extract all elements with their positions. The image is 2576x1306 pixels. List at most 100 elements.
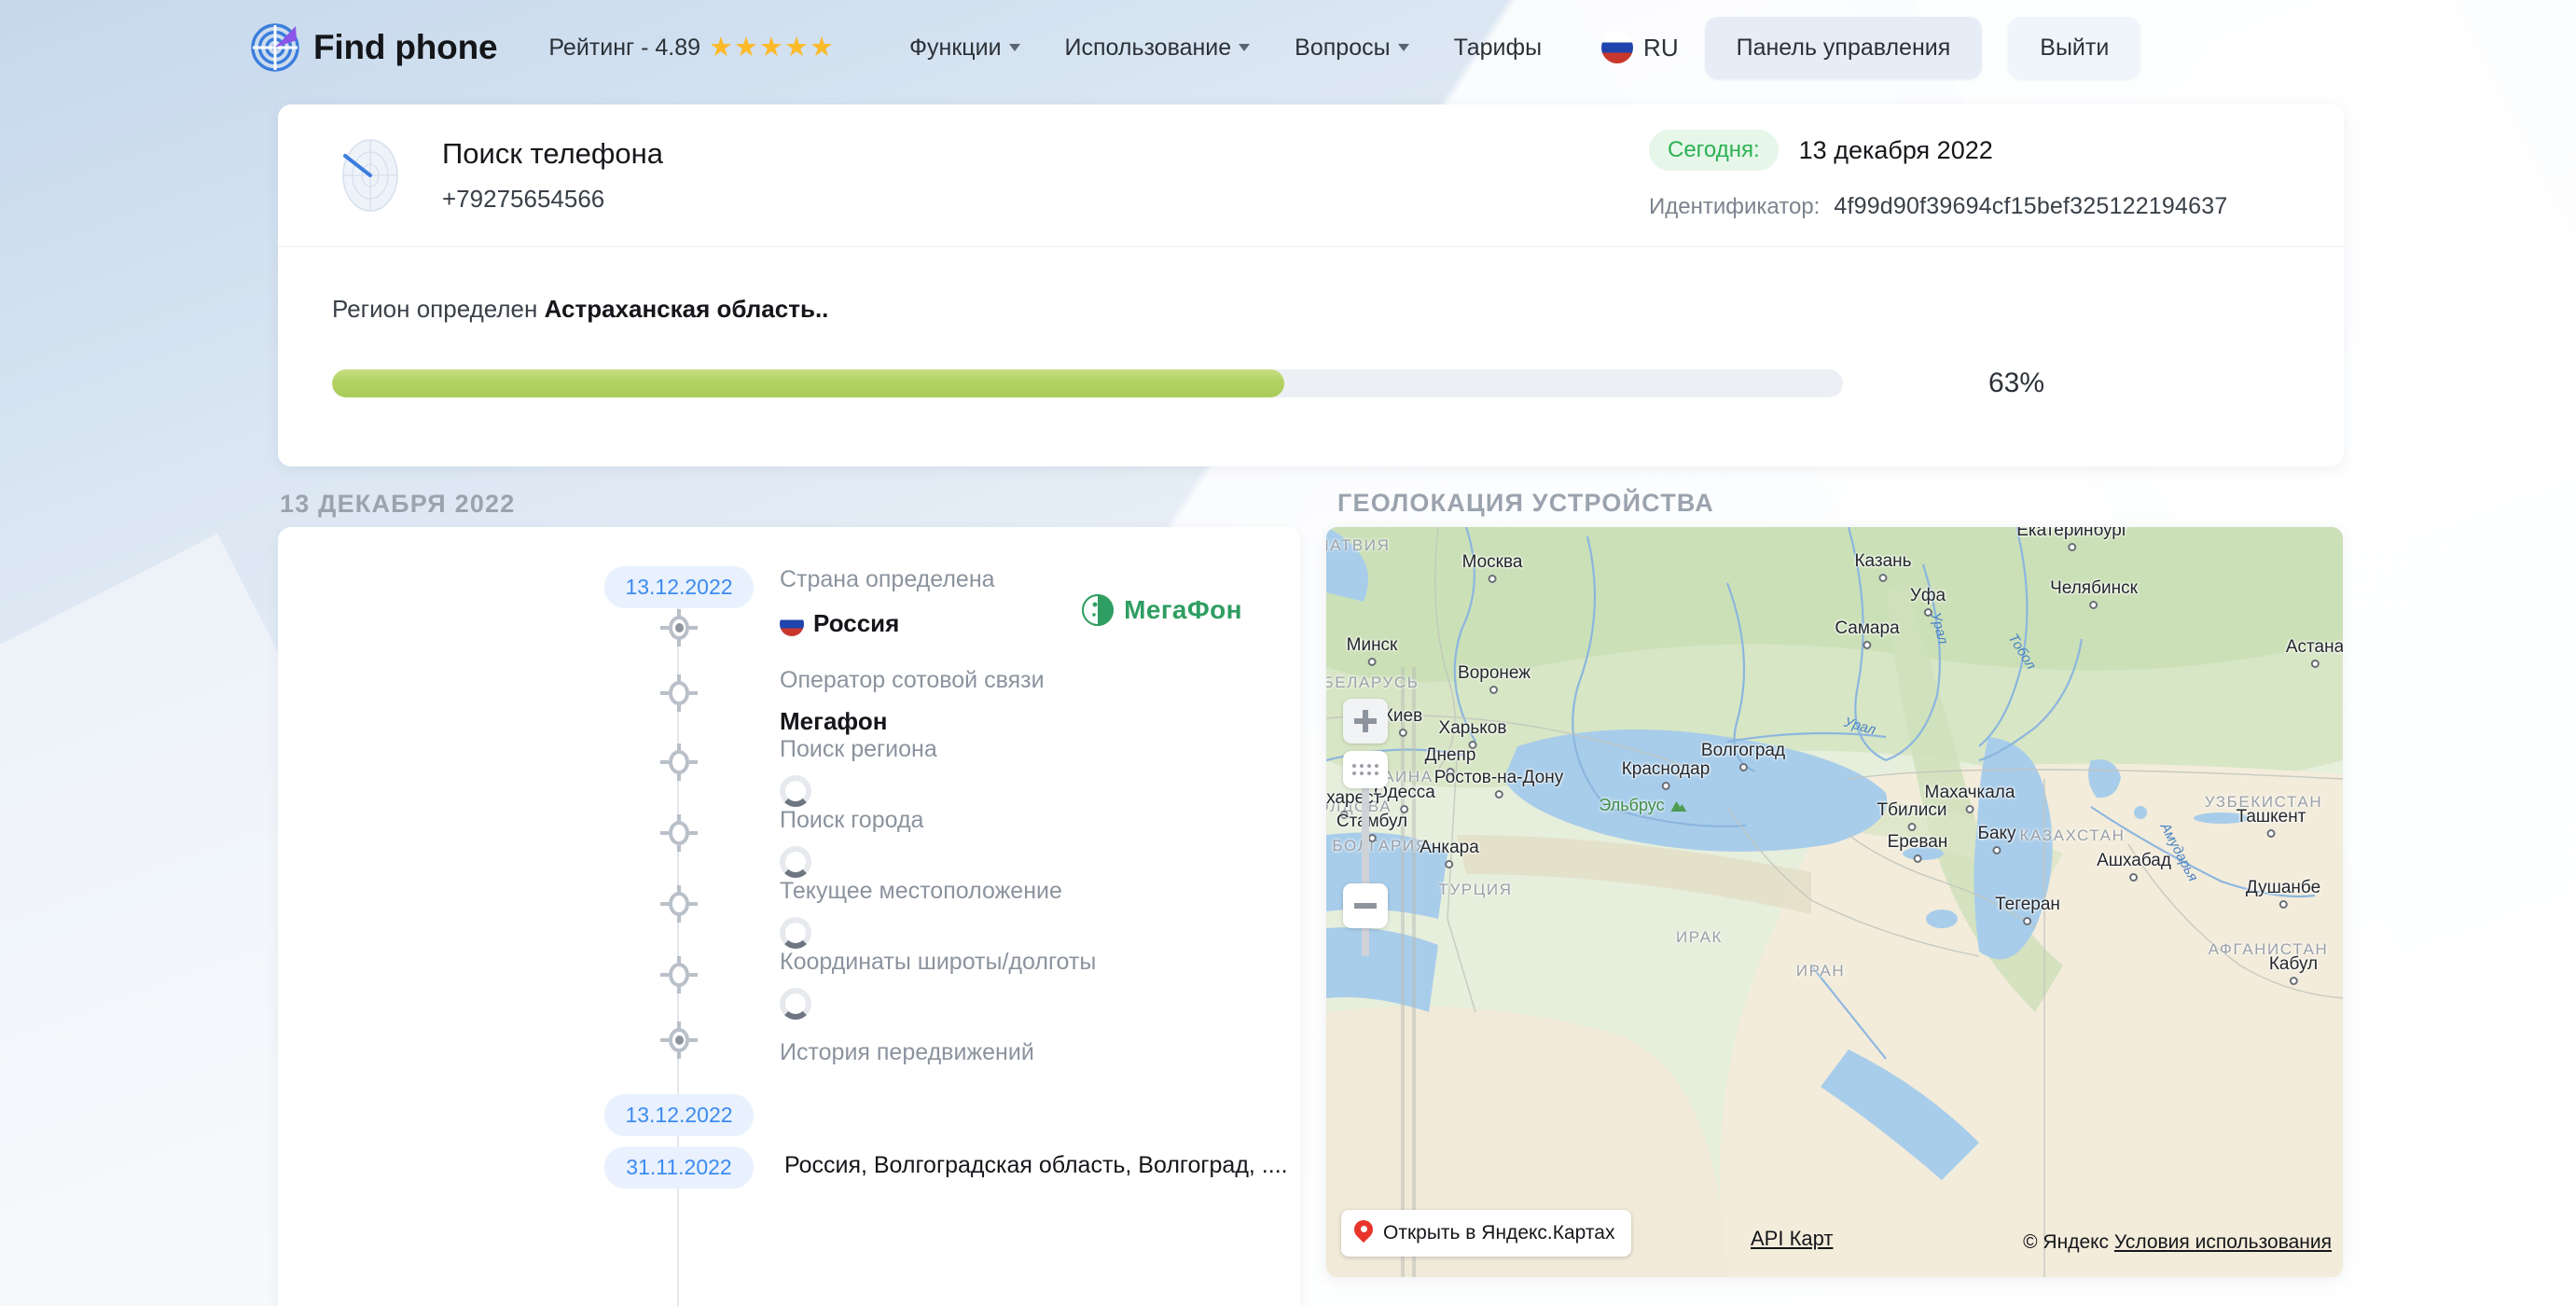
timeline-row: Координаты широты/долготы — [278, 949, 1300, 1020]
main-nav: Функции Использование Вопросы Тарифы — [887, 27, 1564, 69]
timeline-row: Поиск города — [278, 807, 1300, 878]
map-city-label: Ростов-на-Дону — [1433, 768, 1564, 787]
map-city-dot-icon — [2289, 977, 2298, 985]
map-copyright: © Яндекс Условия использования — [2023, 1231, 2332, 1254]
timeline-step-label: Координаты широты/долготы — [780, 949, 1097, 975]
loading-spinner-icon — [780, 988, 811, 1020]
dashboard-button[interactable]: Панель управления — [1704, 16, 1983, 79]
map-city-dot-icon — [1965, 805, 1974, 813]
open-in-yandex-maps-button[interactable]: Открыть в Яндекс.Картах — [1341, 1210, 1632, 1257]
map-city-label: Анкара — [1420, 838, 1479, 857]
map-city: Стамбул — [1336, 812, 1407, 842]
today-badge: Сегодня: — [1649, 130, 1779, 171]
timeline-marker-filled-icon — [660, 609, 698, 646]
map-api-link[interactable]: API Карт — [1751, 1227, 1833, 1251]
map-city-dot-icon — [2310, 660, 2320, 668]
brand-logo[interactable]: Find phone — [250, 22, 498, 73]
map-peak-label: Эльбрус — [1599, 796, 1665, 814]
map-city-label: Челябинск — [2050, 578, 2138, 598]
map-zoom-out-button[interactable] — [1343, 883, 1388, 928]
nav-label: Функции — [909, 34, 1002, 61]
map-country-label: ИРАК — [1675, 928, 1724, 946]
brand-name: Find phone — [313, 28, 498, 66]
timeline-list: МегаФон 13.12.2022 Страна определена Рос — [278, 527, 1300, 1306]
timeline-row: История передвижений — [278, 1021, 1300, 1079]
chevron-down-icon — [1008, 44, 1020, 51]
nav-item-questions[interactable]: Вопросы — [1272, 27, 1431, 69]
map-city: Уфа — [1910, 586, 1946, 617]
map-city: Душанбе — [2246, 878, 2320, 909]
rating-stars-icon: ★★★★★ — [709, 32, 836, 63]
map-city-dot-icon — [1489, 686, 1499, 694]
map-country-label: КАЗАХСТАН — [2019, 827, 2126, 844]
card-header: Поиск телефона +79275654566 Сегодня: 13 … — [278, 104, 2344, 247]
nav-item-functions[interactable]: Функции — [887, 27, 1043, 69]
logout-button[interactable]: Выйти — [2008, 16, 2141, 79]
map-terms-link[interactable]: Условия использования — [2114, 1231, 2332, 1253]
device-geolocation-map[interactable]: ЛАТВИЯ БЕЛАРУСЬ УКРАИНА МОЛДОВА БОЛГАРИЯ… — [1326, 527, 2343, 1277]
map-city: Краснодар — [1622, 759, 1710, 790]
map-city: Минск — [1347, 635, 1397, 666]
language-code: RU — [1643, 33, 1679, 62]
map-city-dot-icon — [1923, 608, 1932, 617]
map-city: Киев — [1383, 706, 1422, 737]
map-city: Анкара — [1420, 838, 1479, 868]
map-city: Самара — [1835, 618, 1900, 649]
map-city-dot-icon — [1488, 575, 1497, 583]
mountain-icon — [1670, 801, 1687, 812]
map-city-dot-icon — [1878, 574, 1888, 582]
nav-item-tariffs[interactable]: Тарифы — [1432, 27, 1564, 69]
map-city: Баку — [1977, 824, 2016, 854]
timeline-marker-cell — [604, 885, 754, 923]
map-city-label: Кабул — [2268, 954, 2319, 974]
map-city-label: Днепр — [1424, 745, 1476, 765]
map-pin-icon — [1354, 1220, 1373, 1246]
progress-percent-label: 63% — [1988, 368, 2045, 398]
timeline-text: Поиск города — [780, 801, 923, 878]
timeline-date-chip: 31.11.2022 — [604, 1146, 754, 1188]
map-city: Ростов-на-Дону — [1434, 768, 1563, 799]
timeline-date-chip: 13.12.2022 — [604, 566, 754, 608]
map-city-label: Ереван — [1887, 832, 1948, 852]
map-city-dot-icon — [1661, 782, 1670, 790]
phone-info: Поиск телефона +79275654566 — [442, 137, 663, 214]
map-city-label: Астана — [2285, 637, 2343, 657]
map-zoom-in-button[interactable] — [1343, 699, 1388, 743]
timeline-marker-cell — [604, 814, 754, 852]
timeline-text: Оператор сотовой связи Мегафон — [780, 661, 1045, 736]
map-city-label: Екатеринбург — [2016, 527, 2128, 540]
plus-icon — [1354, 710, 1377, 732]
map-peak-elbrus: Эльбрус — [1599, 796, 1687, 815]
map-city-dot-icon — [2129, 873, 2139, 882]
map-zoom-slider-handle[interactable] — [1343, 751, 1388, 788]
map-city-label: Стамбул — [1336, 812, 1408, 831]
timeline-marker-open-icon — [660, 956, 698, 993]
map-city-dot-icon — [2278, 900, 2288, 909]
progress-row: 63% — [332, 368, 2290, 399]
nav-item-usage[interactable]: Использование — [1043, 27, 1273, 69]
timeline-text: Текущее местоположение — [780, 872, 1062, 949]
map-city: Ереван — [1887, 832, 1948, 863]
map-city-dot-icon — [1738, 763, 1748, 771]
timeline-marker-open-icon — [660, 814, 698, 852]
map-city-label: Казань — [1854, 551, 1912, 571]
card-divider — [278, 246, 2344, 247]
region-prefix: Регион определен — [332, 295, 545, 323]
timeline-row: Страна определена Россия — [278, 566, 1300, 667]
timeline-marker-cell — [604, 956, 754, 993]
timeline-text: Россия, Волгоградская область, Волгоград… — [774, 1146, 1288, 1179]
timeline-step-label: История передвижений — [780, 1039, 1034, 1065]
map-city-dot-icon — [2068, 543, 2077, 551]
map-country-label: ИРАН — [1795, 962, 1846, 980]
map-city-dot-icon — [1992, 846, 2001, 854]
map-city-label: Баку — [1977, 824, 2016, 843]
region-name: Астраханская область.. — [544, 295, 829, 323]
map-city-label: Самара — [1835, 618, 1900, 638]
map-city-label: Киев — [1382, 706, 1423, 726]
card-body: Регион определен Астраханская область.. … — [278, 246, 2344, 399]
map-city-dot-icon — [1445, 860, 1454, 868]
language-switcher[interactable]: RU — [1601, 32, 1679, 63]
timeline-step-label: Поиск региона — [780, 736, 937, 762]
map-city: Екатеринбург — [2016, 527, 2128, 551]
map-country-label: ЛАТВИЯ — [1326, 536, 1391, 554]
